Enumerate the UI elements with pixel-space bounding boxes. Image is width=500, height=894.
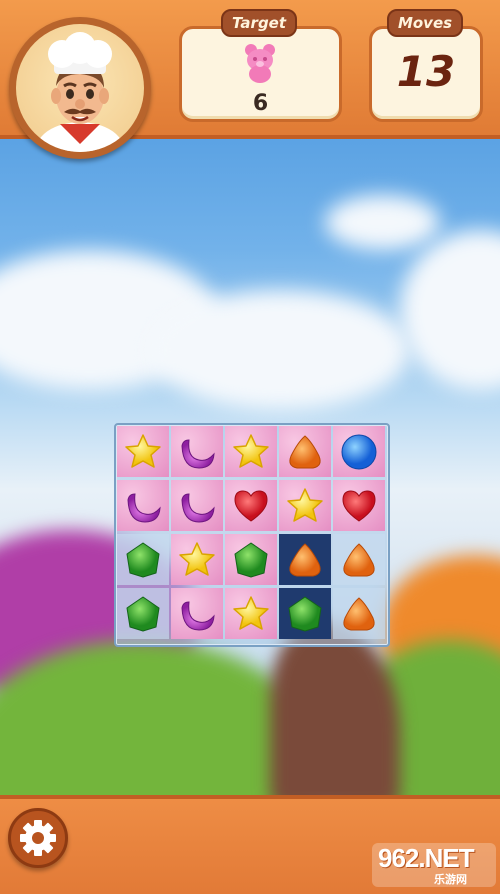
board-cell[interactable]: [171, 480, 223, 531]
board-cell[interactable]: [171, 534, 223, 585]
board-cell[interactable]: [333, 534, 385, 585]
board-cell[interactable]: [333, 588, 385, 639]
orange-drop-candy-icon: [343, 597, 375, 631]
board-cell[interactable]: [117, 534, 169, 585]
red-heart-candy-icon: [342, 490, 376, 522]
red-heart-candy-icon: [234, 490, 268, 522]
watermark-sub: 乐游网: [434, 873, 467, 886]
orange-drop-candy-icon: [289, 435, 321, 469]
blue-ball-candy-icon: [341, 434, 377, 470]
target-count: 6: [252, 91, 269, 116]
board-cell[interactable]: [225, 480, 277, 531]
avatar-frame: [9, 17, 151, 159]
board-cell[interactable]: [225, 426, 277, 477]
board-cell[interactable]: [117, 426, 169, 477]
purple-moon-candy-icon: [127, 493, 161, 523]
green-square-candy-icon: [126, 542, 160, 578]
board-cell[interactable]: [279, 588, 331, 639]
moves-count: 13: [396, 47, 456, 96]
board-cell[interactable]: [117, 480, 169, 531]
game-board: [114, 423, 390, 647]
settings-button[interactable]: [8, 808, 68, 868]
board-cell[interactable]: [171, 588, 223, 639]
cloud: [150, 290, 410, 410]
green-square-candy-icon: [288, 596, 322, 632]
green-square-candy-icon: [126, 596, 160, 632]
gear-icon: [20, 820, 56, 856]
orange-drop-candy-icon: [289, 543, 321, 577]
board-cell[interactable]: [333, 480, 385, 531]
yellow-star-candy-icon: [233, 596, 269, 630]
board-cell[interactable]: [333, 426, 385, 477]
yellow-star-candy-icon: [125, 434, 161, 468]
moves-label: Moves: [387, 9, 463, 37]
site-watermark: 962.NET 乐游网: [372, 843, 496, 887]
orange-drop-candy-icon: [343, 543, 375, 577]
chef-avatar: [16, 24, 144, 152]
yellow-star-candy-icon: [287, 488, 323, 522]
board-cell[interactable]: [225, 588, 277, 639]
yellow-star-candy-icon: [233, 434, 269, 468]
board-cell[interactable]: [279, 534, 331, 585]
target-label: Target: [221, 9, 297, 37]
board-cell[interactable]: [279, 480, 331, 531]
chef-avatar-icon: [34, 32, 126, 152]
green-square-candy-icon: [234, 542, 268, 578]
cloud: [325, 195, 440, 250]
board-cell[interactable]: [171, 426, 223, 477]
target-panel: 6: [179, 26, 342, 122]
purple-moon-candy-icon: [181, 493, 215, 523]
board-cell[interactable]: [279, 426, 331, 477]
purple-moon-candy-icon: [181, 601, 215, 631]
purple-moon-candy-icon: [181, 439, 215, 469]
watermark-main: 962.NET: [378, 843, 475, 873]
board-cell[interactable]: [117, 588, 169, 639]
board-cell[interactable]: [225, 534, 277, 585]
pink-bear-candy-icon: [245, 44, 275, 83]
yellow-star-candy-icon: [179, 542, 215, 576]
moves-panel: 13: [369, 26, 483, 122]
